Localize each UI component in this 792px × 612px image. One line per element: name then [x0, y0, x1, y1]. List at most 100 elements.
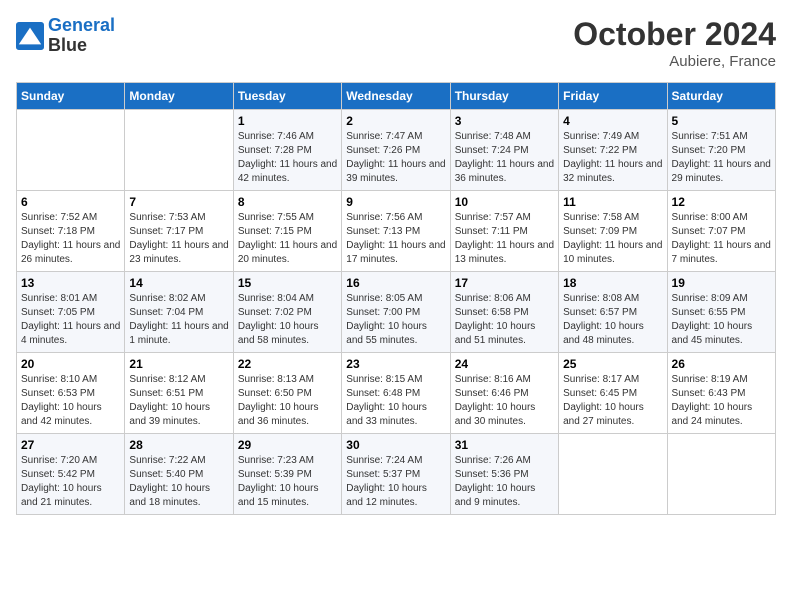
- day-number: 5: [672, 114, 771, 128]
- logo-text: GeneralBlue: [48, 16, 115, 56]
- day-number: 23: [346, 357, 445, 371]
- day-info: Sunrise: 7:58 AM Sunset: 7:09 PM Dayligh…: [563, 211, 662, 267]
- day-info: Sunrise: 8:15 AM Sunset: 6:48 PM Dayligh…: [346, 373, 445, 429]
- day-number: 21: [129, 357, 228, 371]
- calendar-cell: 13Sunrise: 8:01 AM Sunset: 7:05 PM Dayli…: [17, 272, 125, 353]
- day-number: 7: [129, 195, 228, 209]
- calendar-cell: 31Sunrise: 7:26 AM Sunset: 5:36 PM Dayli…: [450, 434, 558, 515]
- day-info: Sunrise: 7:26 AM Sunset: 5:36 PM Dayligh…: [455, 454, 554, 510]
- weekday-header-monday: Monday: [125, 83, 233, 110]
- weekday-header-thursday: Thursday: [450, 83, 558, 110]
- calendar-cell: 2 Sunrise: 7:47 AM Sunset: 7:26 PM Daylig…: [342, 110, 450, 191]
- day-number: 14: [129, 276, 228, 290]
- day-number: 9: [346, 195, 445, 209]
- day-number: 19: [672, 276, 771, 290]
- calendar-cell: 4 Sunrise: 7:49 AM Sunset: 7:22 PM Daylig…: [559, 110, 667, 191]
- day-info: Sunrise: 7:51 AM Sunset: 7:20 PM Dayligh…: [672, 130, 771, 186]
- calendar-cell: 9 Sunrise: 7:56 AM Sunset: 7:13 PM Daylig…: [342, 191, 450, 272]
- day-info: Sunrise: 8:10 AM Sunset: 6:53 PM Dayligh…: [21, 373, 120, 429]
- calendar-cell: 29Sunrise: 7:23 AM Sunset: 5:39 PM Dayli…: [233, 434, 341, 515]
- logo-icon: [16, 22, 44, 50]
- day-info: Sunrise: 8:00 AM Sunset: 7:07 PM Dayligh…: [672, 211, 771, 267]
- day-number: 11: [563, 195, 662, 209]
- weekday-header-sunday: Sunday: [17, 83, 125, 110]
- day-number: 26: [672, 357, 771, 371]
- day-info: Sunrise: 8:19 AM Sunset: 6:43 PM Dayligh…: [672, 373, 771, 429]
- day-number: 30: [346, 438, 445, 452]
- day-info: Sunrise: 7:49 AM Sunset: 7:22 PM Dayligh…: [563, 130, 662, 186]
- calendar-cell: 19 Sunrise: 8:09 AM Sunset: 6:55 PM Dayli…: [667, 272, 775, 353]
- day-info: Sunrise: 7:55 AM Sunset: 7:15 PM Dayligh…: [238, 211, 337, 267]
- day-info: Sunrise: 8:04 AM Sunset: 7:02 PM Dayligh…: [238, 292, 337, 348]
- calendar-cell: 20 Sunrise: 8:10 AM Sunset: 6:53 PM Dayli…: [17, 353, 125, 434]
- calendar-cell: 14 Sunrise: 8:02 AM Sunset: 7:04 PM Dayli…: [125, 272, 233, 353]
- day-number: 3: [455, 114, 554, 128]
- calendar-cell: 27 Sunrise: 7:20 AM Sunset: 5:42 PM Dayli…: [17, 434, 125, 515]
- day-info: Sunrise: 8:09 AM Sunset: 6:55 PM Dayligh…: [672, 292, 771, 348]
- calendar-cell: 16Sunrise: 8:05 AM Sunset: 7:00 PM Dayli…: [342, 272, 450, 353]
- day-number: 22: [238, 357, 337, 371]
- day-number: 10: [455, 195, 554, 209]
- calendar-cell: 23 Sunrise: 8:15 AM Sunset: 6:48 PM Dayli…: [342, 353, 450, 434]
- calendar-cell: 8 Sunrise: 7:55 AM Sunset: 7:15 PM Daylig…: [233, 191, 341, 272]
- calendar-cell: [667, 434, 775, 515]
- day-info: Sunrise: 7:46 AM Sunset: 7:28 PM Dayligh…: [238, 130, 337, 186]
- day-info: Sunrise: 8:12 AM Sunset: 6:51 PM Dayligh…: [129, 373, 228, 429]
- day-info: Sunrise: 8:06 AM Sunset: 6:58 PM Dayligh…: [455, 292, 554, 348]
- calendar-cell: 26 Sunrise: 8:19 AM Sunset: 6:43 PM Dayli…: [667, 353, 775, 434]
- day-info: Sunrise: 8:17 AM Sunset: 6:45 PM Dayligh…: [563, 373, 662, 429]
- calendar-cell: 24 Sunrise: 8:16 AM Sunset: 6:46 PM Dayli…: [450, 353, 558, 434]
- day-number: 6: [21, 195, 120, 209]
- day-number: 18: [563, 276, 662, 290]
- day-number: 8: [238, 195, 337, 209]
- calendar-cell: 1 Sunrise: 7:46 AM Sunset: 7:28 PM Daylig…: [233, 110, 341, 191]
- title-block: October 2024 Aubiere, France: [573, 16, 776, 70]
- day-number: 27: [21, 438, 120, 452]
- logo: GeneralBlue: [16, 16, 115, 56]
- calendar-cell: 28 Sunrise: 7:22 AM Sunset: 5:40 PM Dayli…: [125, 434, 233, 515]
- day-info: Sunrise: 7:47 AM Sunset: 7:26 PM Dayligh…: [346, 130, 445, 186]
- day-info: Sunrise: 7:20 AM Sunset: 5:42 PM Dayligh…: [21, 454, 120, 510]
- weekday-header-wednesday: Wednesday: [342, 83, 450, 110]
- day-info: Sunrise: 8:08 AM Sunset: 6:57 PM Dayligh…: [563, 292, 662, 348]
- calendar-cell: [125, 110, 233, 191]
- calendar-cell: 22 Sunrise: 8:13 AM Sunset: 6:50 PM Dayli…: [233, 353, 341, 434]
- day-info: Sunrise: 8:01 AM Sunset: 7:05 PM Dayligh…: [21, 292, 120, 348]
- calendar-cell: 30 Sunrise: 7:24 AM Sunset: 5:37 PM Dayli…: [342, 434, 450, 515]
- day-info: Sunrise: 7:53 AM Sunset: 7:17 PM Dayligh…: [129, 211, 228, 267]
- calendar-cell: 17 Sunrise: 8:06 AM Sunset: 6:58 PM Dayli…: [450, 272, 558, 353]
- day-number: 28: [129, 438, 228, 452]
- day-number: 24: [455, 357, 554, 371]
- calendar-cell: 15 Sunrise: 8:04 AM Sunset: 7:02 PM Dayli…: [233, 272, 341, 353]
- day-number: 20: [21, 357, 120, 371]
- day-info: Sunrise: 7:56 AM Sunset: 7:13 PM Dayligh…: [346, 211, 445, 267]
- calendar-cell: 11 Sunrise: 7:58 AM Sunset: 7:09 PM Dayli…: [559, 191, 667, 272]
- calendar-cell: 3 Sunrise: 7:48 AM Sunset: 7:24 PM Daylig…: [450, 110, 558, 191]
- calendar-cell: 21 Sunrise: 8:12 AM Sunset: 6:51 PM Dayli…: [125, 353, 233, 434]
- day-info: Sunrise: 8:02 AM Sunset: 7:04 PM Dayligh…: [129, 292, 228, 348]
- day-number: 17: [455, 276, 554, 290]
- day-info: Sunrise: 8:05 AM Sunset: 7:00 PM Dayligh…: [346, 292, 445, 348]
- calendar-cell: [559, 434, 667, 515]
- day-info: Sunrise: 8:16 AM Sunset: 6:46 PM Dayligh…: [455, 373, 554, 429]
- calendar-cell: [17, 110, 125, 191]
- calendar-cell: 7 Sunrise: 7:53 AM Sunset: 7:17 PM Daylig…: [125, 191, 233, 272]
- day-number: 1: [238, 114, 337, 128]
- month-title: October 2024: [573, 16, 776, 53]
- calendar-cell: 25Sunrise: 8:17 AM Sunset: 6:45 PM Dayli…: [559, 353, 667, 434]
- page-header: GeneralBlue October 2024 Aubiere, France: [16, 16, 776, 70]
- calendar-cell: 18 Sunrise: 8:08 AM Sunset: 6:57 PM Dayli…: [559, 272, 667, 353]
- day-info: Sunrise: 7:22 AM Sunset: 5:40 PM Dayligh…: [129, 454, 228, 510]
- day-info: Sunrise: 7:48 AM Sunset: 7:24 PM Dayligh…: [455, 130, 554, 186]
- calendar-cell: 6 Sunrise: 7:52 AM Sunset: 7:18 PM Daylig…: [17, 191, 125, 272]
- day-number: 29: [238, 438, 337, 452]
- day-number: 15: [238, 276, 337, 290]
- calendar-cell: 10Sunrise: 7:57 AM Sunset: 7:11 PM Dayli…: [450, 191, 558, 272]
- day-number: 4: [563, 114, 662, 128]
- calendar-cell: 12Sunrise: 8:00 AM Sunset: 7:07 PM Dayli…: [667, 191, 775, 272]
- day-info: Sunrise: 8:13 AM Sunset: 6:50 PM Dayligh…: [238, 373, 337, 429]
- day-number: 2: [346, 114, 445, 128]
- day-info: Sunrise: 7:52 AM Sunset: 7:18 PM Dayligh…: [21, 211, 120, 267]
- weekday-header-friday: Friday: [559, 83, 667, 110]
- day-info: Sunrise: 7:24 AM Sunset: 5:37 PM Dayligh…: [346, 454, 445, 510]
